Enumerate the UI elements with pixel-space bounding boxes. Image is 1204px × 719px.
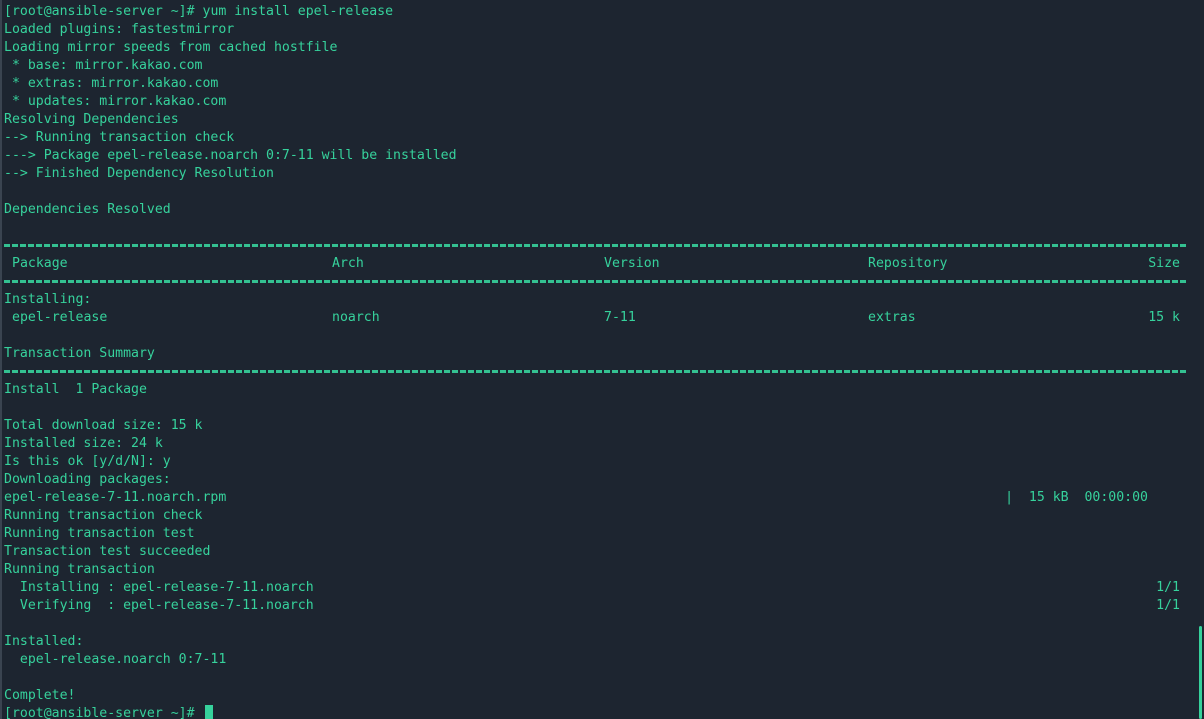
text-cursor: [204, 705, 213, 719]
download-file: epel-release-7-11.noarch.rpm: [4, 490, 227, 505]
progress-label: Installing : epel-release-7-11.noarch: [4, 580, 314, 595]
table-divider: [4, 363, 1204, 381]
progress-label: Verifying : epel-release-7-11.noarch: [4, 598, 314, 613]
command-line: [root@ansible-server ~]# yum install epe…: [4, 3, 1204, 21]
output-line: Is this ok [y/d/N]: y: [4, 454, 171, 469]
summary-install: Install 1 Package: [4, 382, 147, 397]
output-line: ---> Package epel-release.noarch 0:7-11 …: [4, 148, 457, 163]
progress-count: 1/1: [1156, 580, 1180, 595]
summary-title: Transaction Summary: [4, 346, 155, 361]
output-line: Loading mirror speeds from cached hostfi…: [4, 40, 338, 55]
output-line: * base: mirror.kakao.com: [4, 58, 203, 73]
header-repository: Repository: [868, 256, 948, 271]
scrollbar-thumb[interactable]: [1199, 626, 1202, 719]
table-divider: [4, 273, 1204, 291]
table-row: epel-release noarch 7-11 extras 15 k: [4, 309, 1204, 327]
table-header-row: Package Arch Version Repository Size: [4, 255, 1204, 273]
installed-title: Installed:: [4, 634, 84, 649]
cell-package: epel-release: [12, 310, 108, 325]
output-line: Running transaction: [4, 562, 155, 577]
table-divider: [4, 237, 1204, 255]
header-arch: Arch: [332, 256, 364, 271]
output-line: * extras: mirror.kakao.com: [4, 76, 219, 91]
output-line: Transaction test succeeded: [4, 544, 211, 559]
header-size: Size: [1148, 256, 1180, 271]
cell-arch: noarch: [332, 310, 380, 325]
window-edge: [0, 0, 2, 719]
output-line: Installed size: 24 k: [4, 436, 163, 451]
cell-repository: extras: [868, 310, 916, 325]
cell-version: 7-11: [604, 310, 636, 325]
output-line: Total download size: 15 k: [4, 418, 203, 433]
table-section-label: Installing:: [4, 292, 92, 307]
complete-message: Complete!: [4, 688, 76, 703]
progress-line: Verifying : epel-release-7-11.noarch 1/1: [4, 597, 1204, 615]
final-prompt-line[interactable]: [root@ansible-server ~]#: [4, 705, 1204, 719]
terminal-window[interactable]: [root@ansible-server ~]# yum install epe…: [0, 0, 1204, 719]
download-stats: | 15 kB 00:00:00: [1005, 490, 1148, 505]
output-line: --> Finished Dependency Resolution: [4, 166, 274, 181]
output-line: * updates: mirror.kakao.com: [4, 94, 227, 109]
prompt: [root@ansible-server ~]#: [4, 4, 203, 19]
output-line: Loaded plugins: fastestmirror: [4, 22, 235, 37]
cell-size: 15 k: [1148, 310, 1180, 325]
prompt: [root@ansible-server ~]#: [4, 706, 203, 719]
progress-count: 1/1: [1156, 598, 1180, 613]
installed-item: epel-release.noarch 0:7-11: [4, 652, 227, 667]
progress-line: Installing : epel-release-7-11.noarch 1/…: [4, 579, 1204, 597]
output-line: Downloading packages:: [4, 472, 171, 487]
output-line: --> Running transaction check: [4, 130, 235, 145]
output-line: Dependencies Resolved: [4, 202, 171, 217]
header-package: Package: [12, 256, 68, 271]
output-line: Running transaction test: [4, 526, 195, 541]
download-line: epel-release-7-11.noarch.rpm | 15 kB 00:…: [4, 489, 1204, 507]
header-version: Version: [604, 256, 660, 271]
command-text: yum install epel-release: [202, 4, 394, 19]
output-line: Resolving Dependencies: [4, 112, 179, 127]
output-line: Running transaction check: [4, 508, 203, 523]
